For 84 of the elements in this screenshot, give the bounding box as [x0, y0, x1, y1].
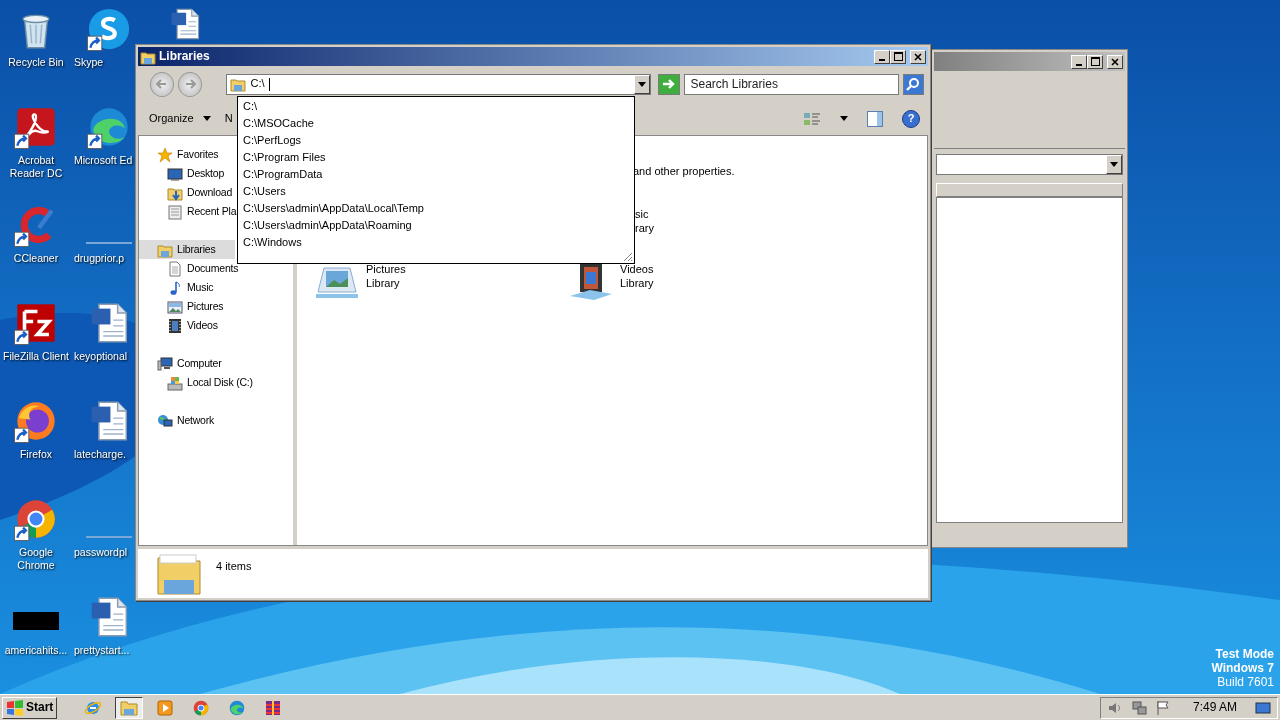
recent-places-icon — [167, 203, 183, 220]
combo-field[interactable] — [936, 154, 1123, 175]
system-notice: Build 7601 — [1216, 675, 1274, 689]
suggestion-item[interactable]: C:\Users\admin\AppData\Local\Temp — [238, 199, 430, 216]
search-field[interactable]: Search Libraries — [683, 73, 899, 95]
search-button[interactable] — [902, 73, 924, 95]
toolbar-button[interactable]: N — [221, 109, 236, 128]
clock: 7:49 AM — [1192, 700, 1237, 715]
network-icon — [157, 412, 173, 429]
close-button[interactable] — [910, 49, 926, 64]
tree-item[interactable]: Videos — [139, 316, 235, 335]
start-button[interactable]: Start — [2, 696, 58, 719]
archive-icon — [264, 698, 283, 717]
view-list-icon — [803, 110, 821, 127]
library-folder-icon — [230, 76, 247, 92]
caret-icon — [840, 116, 848, 121]
suggestion-item[interactable]: C:\Program Files — [238, 148, 332, 165]
monitor-icon — [167, 165, 183, 182]
system-notice: Test Mode — [1214, 647, 1274, 661]
resize-grip-icon — [621, 250, 633, 262]
browser-icon — [228, 698, 247, 717]
browser-icon — [192, 698, 211, 717]
tree-item[interactable]: Recent Pla — [139, 202, 239, 221]
suggestion-item[interactable]: C:\ — [238, 97, 264, 114]
document-icon — [167, 260, 183, 277]
music-note-icon — [167, 279, 183, 296]
maximize-button[interactable] — [1087, 54, 1103, 69]
library-item[interactable]: sic rary — [635, 207, 654, 262]
drive-icon — [167, 374, 183, 391]
tree-item[interactable]: Desktop — [139, 164, 235, 183]
caret-icon — [638, 81, 647, 87]
close-button[interactable] — [1107, 54, 1123, 69]
go-button[interactable] — [658, 73, 680, 95]
search-icon — [906, 77, 921, 91]
minimize-icon — [879, 58, 885, 61]
arrow-icon — [661, 78, 676, 90]
tree-item[interactable]: Documents — [139, 259, 241, 278]
close-icon — [1111, 57, 1119, 66]
caret-icon — [1110, 162, 1118, 167]
maximize-button[interactable] — [890, 49, 906, 64]
show-desktop-icon — [1255, 699, 1271, 716]
suggestion-item[interactable]: C:\Users — [238, 182, 292, 199]
tree-item[interactable]: Favorites — [139, 145, 235, 164]
minimize-icon — [1076, 63, 1082, 66]
taskbar-button[interactable] — [115, 696, 144, 719]
dropdown-button[interactable] — [1106, 155, 1122, 174]
network-icon — [1130, 699, 1147, 716]
suggestion-item[interactable]: C:\MSOCache — [238, 114, 320, 131]
caret-icon — [202, 116, 211, 121]
close-icon — [914, 52, 922, 61]
minimize-button[interactable] — [1071, 54, 1087, 69]
back-arrow-icon — [156, 78, 169, 90]
address-field[interactable]: C:\ — [226, 73, 652, 95]
flag-icon — [1154, 699, 1171, 716]
help-button[interactable]: ? — [902, 109, 920, 128]
item-count: 4 items — [216, 560, 252, 574]
window-title: Libraries — [159, 49, 210, 64]
maximize-icon — [893, 52, 903, 61]
film-icon — [167, 317, 183, 334]
suggestion-item[interactable]: C:\Windows — [238, 233, 308, 250]
picture-icon — [167, 298, 183, 315]
tree-item[interactable]: Download — [139, 183, 235, 202]
suggestion-item[interactable]: C:\PerfLogs — [238, 131, 308, 148]
windows-flag-icon — [6, 699, 24, 716]
system-notice: Windows 7 — [1211, 661, 1274, 675]
suggestion-item[interactable]: C:\Users\admin\AppData\Roaming — [238, 216, 418, 233]
maximize-icon — [1090, 57, 1100, 66]
media-player-icon — [156, 698, 175, 717]
pane-icon — [867, 110, 883, 127]
minimize-button[interactable] — [874, 49, 890, 64]
suggestion-item[interactable]: C:\ProgramData — [238, 165, 329, 182]
folder-icon — [120, 698, 139, 717]
computer-icon — [157, 355, 173, 372]
tree-item[interactable]: Music — [139, 278, 235, 297]
tree-item[interactable]: Libraries — [139, 240, 235, 259]
tree-item[interactable]: Local Disk (C:) — [139, 373, 255, 392]
toolbar-button[interactable]: Organize — [146, 109, 214, 128]
dropdown-button[interactable] — [634, 74, 651, 94]
forward-arrow-icon — [184, 78, 197, 90]
tree-item[interactable]: Computer — [139, 354, 235, 373]
tree-item[interactable]: Network — [139, 411, 235, 430]
tree-item[interactable]: Pictures — [139, 297, 235, 316]
star-icon — [157, 146, 173, 163]
preview-pane-button[interactable] — [864, 108, 886, 129]
